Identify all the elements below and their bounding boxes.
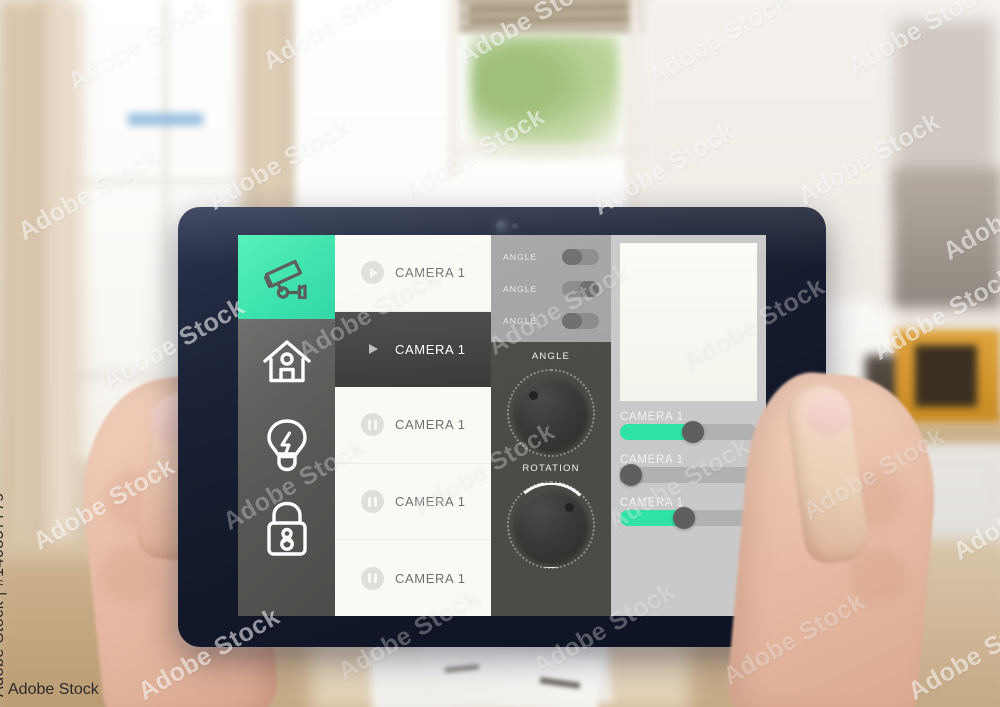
watermark-text: Adobe Stock: [63, 0, 215, 96]
watermark-text: Adobe Stock: [293, 262, 445, 366]
watermark-text: Adobe Stock: [453, 0, 605, 71]
watermark-text: Adobe Stock: [938, 162, 1000, 266]
watermark-text: Adobe Stock: [843, 0, 995, 81]
watermark-text: Adobe Stock: [868, 262, 1000, 366]
watermark-text: Adobe Stock: [643, 0, 795, 91]
watermark-text: Adobe Stock: [903, 602, 1000, 706]
watermark-text: Adobe Stock: [28, 452, 180, 556]
watermark-text: Adobe Stock: [603, 432, 755, 536]
watermark-text: Adobe Stock: [798, 422, 950, 526]
stock-credit-bottom: Adobe Stock: [8, 681, 99, 698]
watermark-text: Adobe Stock: [258, 0, 410, 76]
watermark-text: Adobe Stock: [218, 432, 370, 536]
watermark-text: Adobe Stock: [203, 112, 355, 216]
watermark-text: Adobe Stock: [793, 107, 945, 211]
watermark-text: Adobe Stock: [528, 577, 680, 681]
watermark-text: Adobe Stock: [718, 587, 870, 691]
watermark-text: Adobe Stock: [133, 602, 285, 706]
watermark-layer: Adobe Stock Adobe Stock Adobe Stock Adobe S…: [0, 0, 1000, 707]
watermark-text: Adobe Stock: [678, 272, 830, 376]
watermark-text: Adobe Stock: [13, 142, 165, 246]
watermark-text: Adobe Stock: [483, 257, 635, 361]
watermark-text: Adobe Stock: [98, 292, 250, 396]
watermark-text: Adobe Stock: [588, 117, 740, 221]
watermark-text: Adobe Stock: [398, 102, 550, 206]
watermark-text: Adobe Stock: [948, 462, 1000, 566]
watermark-text: Adobe Stock: [333, 582, 485, 686]
watermark-text: Adobe Stock: [408, 417, 560, 521]
stock-credit: Adobe Stock | #140857779: [0, 492, 7, 697]
